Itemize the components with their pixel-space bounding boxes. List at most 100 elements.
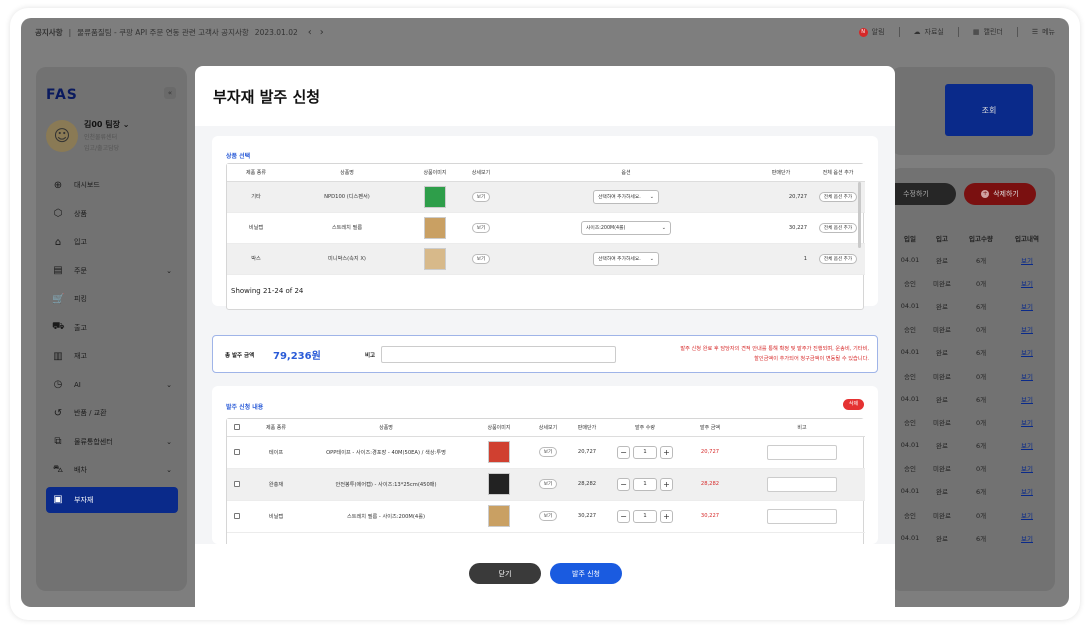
minus-icon[interactable]: − xyxy=(617,509,630,523)
table-row: 04.01 완료 6개 보기 xyxy=(895,526,1055,549)
chevron-down-icon[interactable]: ⌄ xyxy=(166,267,172,275)
view-detail-button[interactable]: 보기 xyxy=(538,511,558,521)
product-thumbnail[interactable] xyxy=(424,216,446,239)
submit-order-button[interactable]: 발주 신청 xyxy=(550,563,622,584)
chevron-down-icon[interactable]: ⌄ xyxy=(166,381,172,389)
chevron-down-icon[interactable]: ⌄ xyxy=(123,120,130,129)
view-link[interactable]: 보기 xyxy=(1003,278,1051,288)
user-profile[interactable]: ☺ 김00 팀장 ⌄ 인천물류센터 입고/출고담당 xyxy=(46,119,130,152)
view-link[interactable]: 보기 xyxy=(1003,533,1051,543)
sidebar-item-dispatch[interactable]: ⛍ 배차 ⌄ xyxy=(46,456,178,485)
view-link[interactable]: 보기 xyxy=(1003,324,1051,334)
view-link[interactable]: 보기 xyxy=(1003,417,1051,427)
table-row: 04.01 완료 6개 보기 xyxy=(895,248,1055,271)
view-link[interactable]: 보기 xyxy=(1003,301,1051,311)
table-cell: 미완료 xyxy=(933,465,951,474)
close-button[interactable]: 닫기 xyxy=(469,563,541,584)
row-checkbox[interactable] xyxy=(234,480,240,487)
product-thumbnail[interactable] xyxy=(488,441,510,463)
minus-icon[interactable]: − xyxy=(617,477,630,491)
view-detail-button[interactable]: 보기 xyxy=(538,479,558,489)
notification-button[interactable]: N 알림 xyxy=(858,27,885,37)
quantity-input[interactable]: 1 xyxy=(633,477,657,491)
modal-title: 부자재 발주 신청 xyxy=(213,88,321,106)
chevron-down-icon: ⌄ xyxy=(661,224,666,231)
view-link[interactable]: 보기 xyxy=(1003,463,1051,473)
notice-next-icon[interactable]: › xyxy=(320,27,324,38)
view-link[interactable]: 보기 xyxy=(1003,371,1051,381)
search-button[interactable]: 조회 xyxy=(945,84,1033,136)
sidebar-item-label: 물류통합센터 xyxy=(74,437,113,446)
table-row: 04.01 완료 6개 보기 xyxy=(895,387,1055,410)
memo-input[interactable] xyxy=(381,346,616,363)
calendar-button[interactable]: ▦ 캘린더 xyxy=(973,27,1003,37)
row-memo-input[interactable] xyxy=(767,508,837,524)
product-thumbnail[interactable] xyxy=(488,473,510,495)
delete-button[interactable]: + 삭제하기 xyxy=(964,183,1036,205)
view-detail-button[interactable]: 보기 xyxy=(538,447,558,457)
select-all-checkbox[interactable] xyxy=(234,424,240,430)
sidebar-item-inbound[interactable]: ⌂ 입고 xyxy=(46,228,178,257)
row-memo-input[interactable] xyxy=(767,444,837,460)
plus-icon[interactable]: + xyxy=(660,445,673,459)
chevron-down-icon[interactable]: ⌄ xyxy=(166,466,172,474)
product-thumbnail[interactable] xyxy=(424,185,446,208)
column-header: 발주 금액 xyxy=(681,419,739,437)
option-select[interactable]: 사이즈:200M(4롤) ⌄ xyxy=(581,220,671,235)
view-detail-button[interactable]: 보기 xyxy=(471,253,491,264)
view-detail-button[interactable]: 보기 xyxy=(471,222,491,233)
detail-cell: 보기 xyxy=(531,468,565,501)
option-select[interactable]: 선택하여 추가하세요. ⌄ xyxy=(593,189,659,204)
row-memo-input[interactable] xyxy=(767,476,837,492)
table-cell: 승인 xyxy=(904,279,916,288)
minus-icon[interactable]: − xyxy=(617,445,630,459)
sidebar-item-dashboard[interactable]: ⊕ 대시보드 xyxy=(46,171,178,200)
sidebar-item-logistics-center[interactable]: ⧉ 물류통합센터 ⌄ xyxy=(46,428,178,457)
view-link[interactable]: 보기 xyxy=(1003,255,1051,265)
view-link[interactable]: 보기 xyxy=(1003,510,1051,520)
plus-icon[interactable]: + xyxy=(660,477,673,491)
quantity-input[interactable]: 1 xyxy=(633,445,657,459)
sidebar-item-products[interactable]: ⬡ 상품 xyxy=(46,200,178,229)
sidebar-item-picking[interactable]: 🛒 피킹 xyxy=(46,285,178,314)
product-thumbnail[interactable] xyxy=(424,247,446,270)
sidebar-item-label: 재고 xyxy=(74,352,87,361)
sidebar-item-materials[interactable]: ▣ 부자재 xyxy=(46,486,178,513)
sidebar-item-returns[interactable]: ↺ 반품 / 교환 xyxy=(46,399,178,428)
memo-cell xyxy=(739,436,865,469)
product-name: 미니박스(속지 X) xyxy=(285,243,409,275)
view-link[interactable]: 보기 xyxy=(1003,347,1051,357)
sidebar-item-ai[interactable]: ◷ AI ⌄ xyxy=(46,371,178,400)
view-link[interactable]: 보기 xyxy=(1003,440,1051,450)
topbar-separator xyxy=(957,27,959,37)
notice-prev-icon[interactable]: ‹ xyxy=(308,27,312,38)
product-table-scrollbar[interactable] xyxy=(858,182,861,248)
view-detail-button[interactable]: 보기 xyxy=(471,191,491,202)
menu-button[interactable]: ☰ 메뉴 xyxy=(1032,27,1055,37)
calendar-icon: ▦ xyxy=(972,28,980,36)
option-select[interactable]: 선택하여 추가하세요. ⌄ xyxy=(593,251,659,266)
row-checkbox[interactable] xyxy=(234,512,240,519)
sidebar-item-outbound[interactable]: ⛟ 출고 xyxy=(46,314,178,343)
avatar: ☺ xyxy=(46,119,78,152)
table-cell: 6개 xyxy=(975,302,987,311)
add-all-options-button[interactable]: 전체 옵션 추가 xyxy=(818,253,858,264)
row-checkbox[interactable] xyxy=(234,448,240,455)
sidebar-item-orders[interactable]: ▤ 주문 ⌄ xyxy=(46,257,178,286)
product-thumbnail[interactable] xyxy=(488,505,510,527)
column-header: 전체 옵션 추가 xyxy=(811,164,865,182)
add-all-options-button[interactable]: 전체 옵션 추가 xyxy=(818,222,858,233)
data-room-button[interactable]: ☁ 자료실 xyxy=(914,27,944,37)
add-all-options-button[interactable]: 전체 옵션 추가 xyxy=(818,191,858,202)
notice-text[interactable]: 물류품질팀 - 쿠팡 API 주문 연동 관련 고객사 공지사항 xyxy=(77,27,249,38)
delete-selected-button[interactable]: 삭제 xyxy=(843,399,864,410)
view-link[interactable]: 보기 xyxy=(1003,486,1051,496)
quantity-input[interactable]: 1 xyxy=(633,509,657,523)
chevron-down-icon[interactable]: ⌄ xyxy=(166,438,172,446)
app-logo[interactable]: FAS xyxy=(46,87,78,103)
checkbox-cell xyxy=(227,436,247,469)
plus-icon[interactable]: + xyxy=(660,509,673,523)
sidebar-collapse-icon[interactable]: « xyxy=(164,87,176,99)
sidebar-item-inventory[interactable]: ▥ 재고 xyxy=(46,342,178,371)
view-link[interactable]: 보기 xyxy=(1003,394,1051,404)
